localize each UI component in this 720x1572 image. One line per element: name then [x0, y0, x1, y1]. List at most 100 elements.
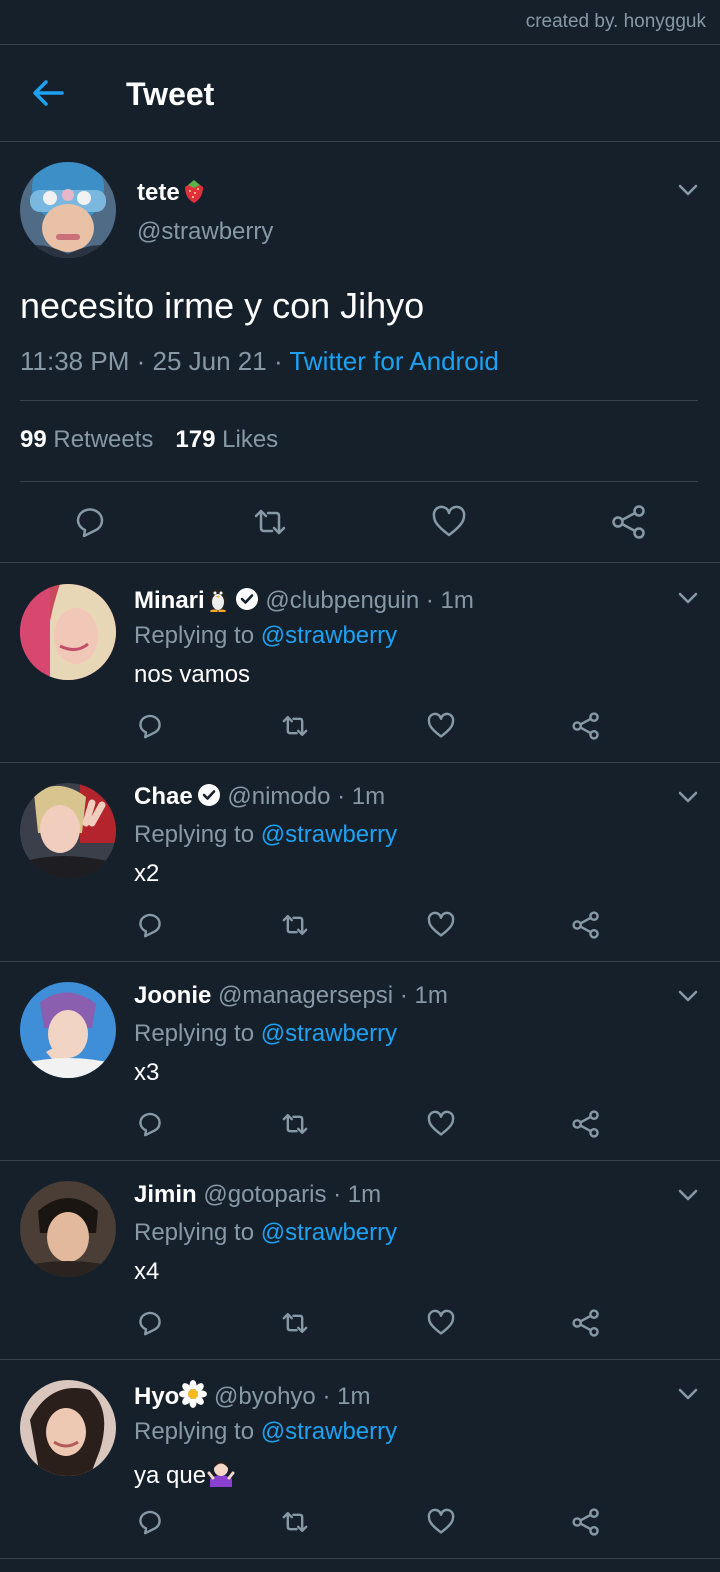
reply-actions [0, 710, 720, 742]
reply-text: ya que [134, 1457, 236, 1490]
penguin-emoji-icon [208, 589, 227, 612]
replying-to: Replying to @strawberry [134, 821, 398, 848]
avatar[interactable] [20, 783, 116, 879]
reply-icon[interactable] [134, 1506, 166, 1538]
mention-link[interactable]: @strawberry [261, 622, 397, 649]
chevron-down-icon[interactable] [676, 586, 700, 610]
author-handle[interactable]: @strawberry [137, 218, 273, 246]
reply-tweet[interactable]: Hyo @byohyo · 1m Replying to @strawberry… [0, 1360, 720, 1559]
tweet-text: necesito irme y con Jihyo [20, 285, 425, 326]
reply-actions [0, 1506, 720, 1538]
retweet-icon[interactable] [279, 1108, 311, 1140]
retweet-icon[interactable] [279, 909, 311, 941]
tweet-stats: 99 Retweets 179 Likes [20, 426, 278, 454]
replying-to: Replying to @strawberry [134, 1219, 398, 1246]
tweet-source-link[interactable]: Twitter for Android [289, 346, 499, 376]
mention-link[interactable]: @strawberry [261, 821, 397, 848]
page-title: Tweet [126, 76, 215, 112]
verified-badge-icon [235, 588, 258, 610]
retweet-icon[interactable] [279, 1307, 311, 1339]
reply-text: nos vamos [134, 661, 251, 688]
chevron-down-icon[interactable] [676, 984, 700, 1008]
like-icon[interactable] [429, 502, 469, 542]
author-name[interactable]: Jimin [134, 1181, 197, 1208]
chevron-down-icon[interactable] [676, 178, 700, 202]
chevron-down-icon[interactable] [676, 785, 700, 809]
reply-time: 1m [440, 587, 474, 614]
author-name[interactable]: Joonie [134, 982, 211, 1009]
share-icon[interactable] [570, 909, 602, 941]
avatar[interactable] [20, 1181, 116, 1277]
main-tweet: tete @strawberry necesito irme y con Jih… [0, 142, 720, 563]
reply-text: x3 [134, 1059, 160, 1086]
reply-tweet[interactable]: Joonie @managersepsi · 1m Replying to @s… [0, 962, 720, 1161]
tweet-date: 25 Jun 21 [152, 346, 267, 376]
author-name[interactable]: Chae [134, 783, 193, 810]
reply-tweet[interactable]: Chae @nimodo · 1m Replying to @strawberr… [0, 763, 720, 962]
reply-icon[interactable] [134, 909, 166, 941]
reply-header: Chae @nimodo · 1m [134, 783, 386, 810]
reply-time: 1m [347, 1181, 382, 1208]
like-icon[interactable] [425, 1307, 457, 1339]
reply-time: 1m [351, 783, 386, 810]
reply-actions [0, 909, 720, 941]
avatar[interactable] [20, 1380, 116, 1476]
avatar[interactable] [20, 982, 116, 1078]
author-name[interactable]: Hyo [134, 1383, 179, 1410]
retweet-icon[interactable] [279, 1506, 311, 1538]
reply-icon[interactable] [134, 710, 166, 742]
author-handle[interactable]: @gotoparis [203, 1181, 326, 1208]
mention-link[interactable]: @strawberry [261, 1219, 397, 1246]
like-icon[interactable] [425, 1506, 457, 1538]
author-handle[interactable]: @nimodo [227, 783, 330, 810]
retweets-stat[interactable]: 99 Retweets [20, 426, 153, 453]
chevron-down-icon[interactable] [676, 1183, 700, 1207]
chevron-down-icon[interactable] [676, 1382, 700, 1406]
back-arrow-icon[interactable] [28, 73, 68, 113]
tweet-actions [0, 502, 720, 542]
retweet-icon[interactable] [250, 502, 290, 542]
like-icon[interactable] [425, 710, 457, 742]
author-name: tete [137, 176, 208, 207]
reply-header: Jimin @gotoparis · 1m [134, 1181, 382, 1208]
strawberry-emoji-icon [184, 180, 203, 203]
reply-actions [0, 1108, 720, 1140]
reply-header: Joonie @managersepsi · 1m [134, 982, 448, 1009]
top-bar: Tweet [0, 44, 720, 142]
reply-time: 1m [414, 982, 448, 1009]
reply-tweet[interactable]: Jimin @gotoparis · 1m Replying to @straw… [0, 1161, 720, 1360]
mention-link[interactable]: @strawberry [261, 1020, 397, 1047]
reply-text: x2 [134, 860, 160, 887]
author-name[interactable]: Minari [134, 587, 205, 614]
like-icon[interactable] [425, 909, 457, 941]
tweet-time: 11:38 PM [20, 346, 130, 376]
reply-header: Hyo @byohyo · 1m [134, 1380, 370, 1411]
reply-icon[interactable] [134, 1307, 166, 1339]
retweet-icon[interactable] [279, 710, 311, 742]
replying-to: Replying to @strawberry [134, 1418, 398, 1445]
reply-actions [0, 1307, 720, 1339]
share-icon[interactable] [570, 1506, 602, 1538]
share-icon[interactable] [570, 1108, 602, 1140]
share-icon[interactable] [609, 502, 649, 542]
avatar[interactable] [20, 162, 116, 258]
author-handle[interactable]: @managersepsi [218, 982, 393, 1009]
like-icon[interactable] [425, 1108, 457, 1140]
reply-text: x4 [134, 1258, 160, 1285]
reply-time: 1m [337, 1383, 371, 1410]
reply-icon[interactable] [70, 502, 110, 542]
daisy-emoji-icon [179, 1380, 208, 1408]
author-handle[interactable]: @byohyo [214, 1383, 316, 1410]
reply-tweet[interactable]: Minari @clubpenguin · 1m Replying to @st… [0, 564, 720, 763]
credit-text: created by. honygguk [525, 11, 706, 32]
reply-icon[interactable] [134, 1108, 166, 1140]
share-icon[interactable] [570, 1307, 602, 1339]
replying-to: Replying to @strawberry [134, 1020, 398, 1047]
share-icon[interactable] [570, 710, 602, 742]
avatar[interactable] [20, 584, 116, 680]
divider [20, 481, 698, 482]
likes-stat[interactable]: 179 Likes [175, 426, 278, 453]
mention-link[interactable]: @strawberry [261, 1418, 397, 1445]
author-handle[interactable]: @clubpenguin [265, 587, 419, 614]
divider [20, 400, 698, 401]
